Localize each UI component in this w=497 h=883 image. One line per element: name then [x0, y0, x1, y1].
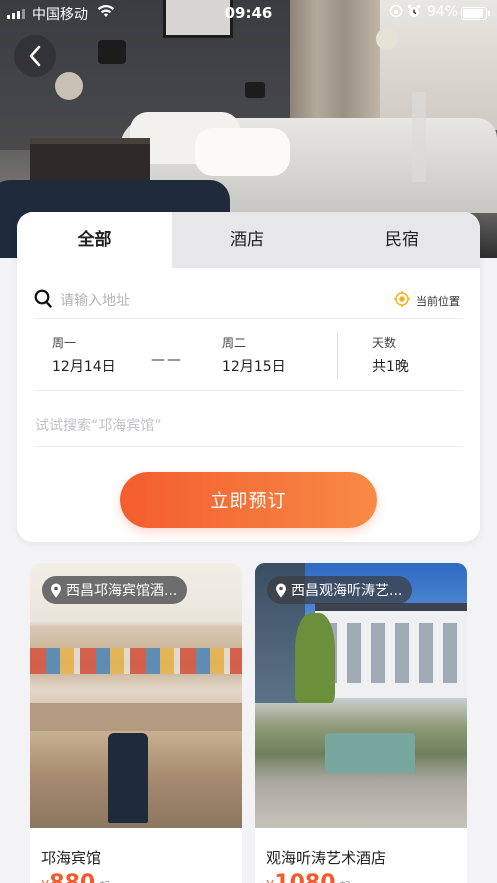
category-tabs: 全部 酒店 民宿	[17, 212, 480, 268]
hotel-card[interactable]: 西昌邛海宾馆酒... 邛海宾馆 ¥880起	[30, 563, 242, 883]
location-badge: 西昌观海听涛艺...	[267, 576, 413, 604]
chevron-left-icon	[29, 45, 41, 67]
nights-value: 共1晚	[372, 359, 409, 375]
location-badge: 西昌邛海宾馆酒...	[42, 576, 188, 604]
hotel-card[interactable]: 西昌观海听涛艺... 观海听涛艺术酒店 ¥1080起	[255, 563, 467, 883]
hotel-name: 观海听涛艺术酒店	[266, 849, 387, 867]
divider	[34, 318, 463, 319]
back-button[interactable]	[14, 35, 56, 77]
alarm-icon	[407, 4, 421, 22]
nights-label: 天数	[372, 336, 397, 350]
status-bar: 中国移动 09:46 94%	[0, 0, 497, 26]
location-text: 西昌邛海宾馆酒...	[66, 583, 178, 599]
map-pin-icon	[51, 583, 61, 597]
current-location-button[interactable]: 当前位置	[416, 293, 460, 309]
book-now-button[interactable]: 立即预订	[120, 472, 377, 528]
hotel-name: 邛海宾馆	[41, 849, 102, 867]
date-range-dash: ——	[151, 352, 183, 368]
address-input[interactable]: 请输入地址	[60, 290, 130, 310]
keyword-search-input[interactable]: 试试搜索“邛海宾馆”	[35, 415, 162, 435]
tab-hotel[interactable]: 酒店	[172, 212, 322, 268]
hotel-price: ¥880起	[41, 871, 110, 883]
location-target-icon[interactable]	[394, 291, 410, 307]
address-search-row[interactable]: 请输入地址 当前位置	[34, 287, 463, 317]
orientation-lock-icon	[389, 4, 403, 22]
checkout-weekday: 周二	[222, 336, 247, 350]
divider	[34, 446, 463, 447]
checkout-date[interactable]: 12月15日	[222, 356, 286, 376]
search-icon	[34, 289, 52, 308]
divider	[34, 390, 463, 391]
checkin-weekday: 周一	[52, 336, 77, 350]
checkin-date[interactable]: 12月14日	[52, 356, 116, 376]
map-pin-icon	[276, 583, 286, 597]
battery-icon	[461, 7, 490, 20]
battery-percent: 94%	[427, 4, 459, 20]
tab-all[interactable]: 全部	[17, 212, 172, 268]
status-time: 09:46	[224, 4, 273, 22]
tab-homestay[interactable]: 民宿	[324, 212, 480, 268]
booking-card: 全部 酒店 民宿 请输入地址 当前位置 周一 12月14日 —— 周二 12月1…	[17, 212, 480, 542]
divider	[337, 332, 338, 379]
hotel-price: ¥1080起	[266, 871, 351, 883]
location-text: 西昌观海听涛艺...	[291, 583, 403, 599]
